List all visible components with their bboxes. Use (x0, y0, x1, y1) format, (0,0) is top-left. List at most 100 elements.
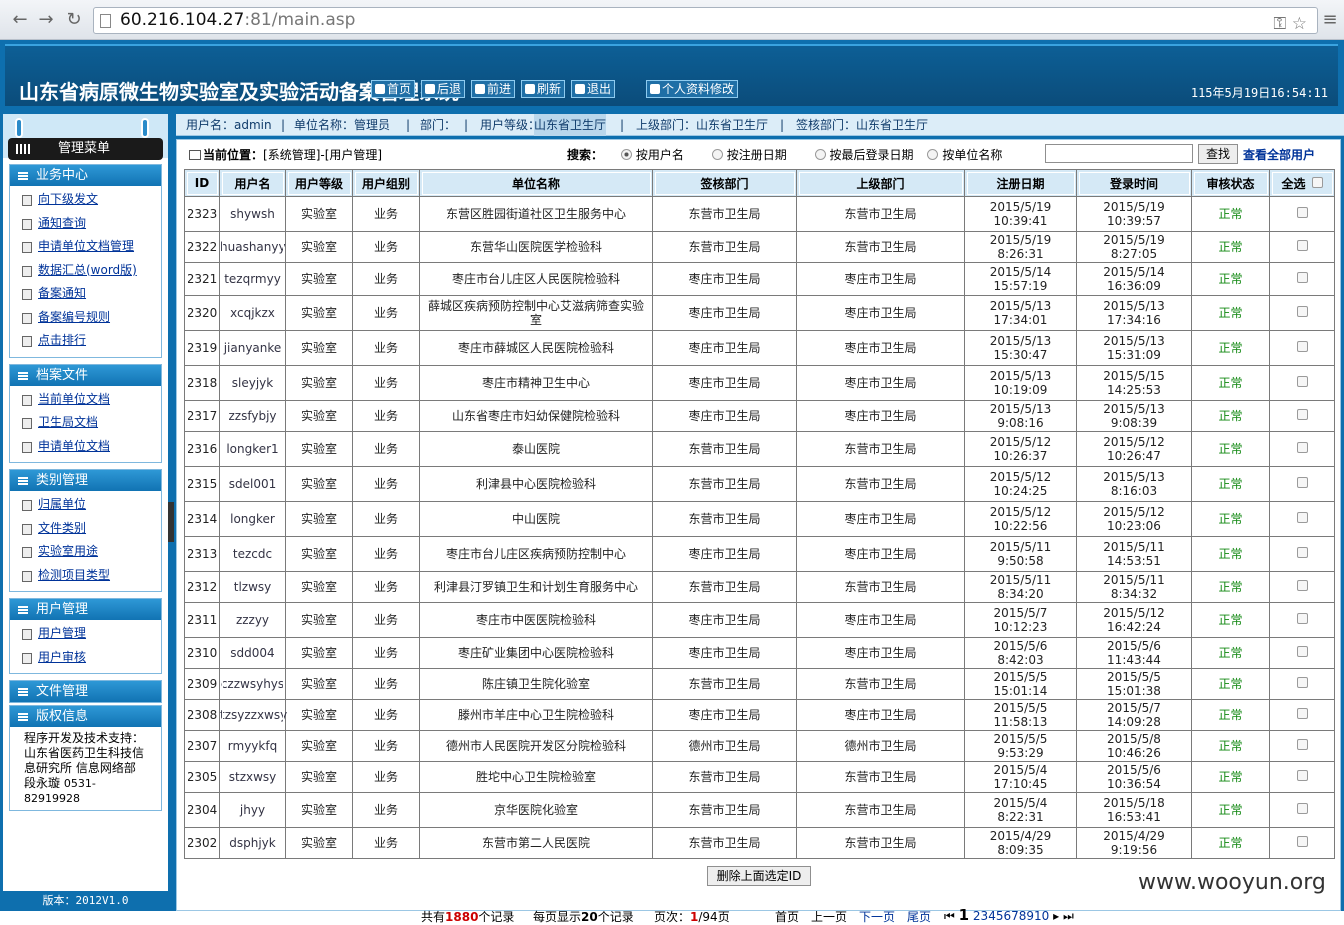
page-number[interactable]: 6 (1003, 909, 1011, 923)
last-page-arrow-icon[interactable]: ⏭ (1063, 909, 1074, 923)
row-checkbox[interactable] (1296, 708, 1308, 719)
page-number[interactable]: 5 (996, 909, 1004, 923)
row-checkbox[interactable] (1296, 240, 1308, 251)
menu-item[interactable]: 用户管理 (10, 622, 161, 646)
forward-arrow-icon[interactable]: → (34, 8, 58, 32)
radio-by-unit-name[interactable] (927, 149, 939, 160)
page-number[interactable]: 10 (1034, 909, 1049, 923)
row-checkbox[interactable] (1296, 409, 1308, 420)
row-checkbox[interactable] (1296, 477, 1308, 488)
menu-item[interactable]: 数据汇总(word版) (10, 259, 161, 283)
page-number[interactable]: 7 (1011, 909, 1019, 923)
back-button[interactable]: 后退 (421, 80, 466, 98)
register-date-cell: 2015/5/6 8:42:03 (964, 637, 1077, 669)
key-icon[interactable]: ⚿ (1273, 14, 1286, 34)
row-checkbox[interactable] (1296, 613, 1308, 624)
sign-dept-cell: 枣庄市卫生局 (652, 365, 797, 401)
delete-selected-button[interactable]: 删除上面选定ID (707, 866, 811, 886)
menu-item[interactable]: 申请单位文档管理 (10, 235, 161, 259)
menu-group-header[interactable]: 类别管理 (10, 470, 161, 491)
next-page-arrow-icon[interactable]: ▸ (1053, 909, 1059, 923)
parent-dept-cell: 东营市卫生局 (796, 668, 965, 700)
select-all-checkbox[interactable] (1311, 176, 1323, 188)
menu-item[interactable]: 通知查询 (10, 212, 161, 236)
menu-item[interactable]: 当前单位文档 (10, 388, 161, 412)
logout-button[interactable]: 退出 (571, 80, 616, 98)
reload-icon[interactable]: ↻ (62, 8, 86, 32)
menu-icon[interactable]: ≡ (1318, 8, 1342, 32)
page-number[interactable]: 3 (981, 909, 989, 923)
row-checkbox[interactable] (1296, 512, 1308, 523)
search-input[interactable] (1045, 144, 1193, 163)
table-row: 2317 zzsfybjy 实验室 业务 山东省枣庄市妇幼保健院检验科 枣庄市卫生局 枣庄市… (184, 400, 1335, 432)
app-header: 山东省病原微生物实验室及实验活动备案管理系统 首页 后退 前进 刷新 退出 个人… (5, 44, 1338, 106)
row-checkbox[interactable] (1296, 207, 1308, 218)
row-checkbox[interactable] (1296, 272, 1308, 283)
sidebar-collapse-handle[interactable] (168, 502, 174, 542)
radio-by-last-login[interactable] (814, 149, 826, 160)
page-number[interactable]: 9 (1026, 909, 1034, 923)
user-level-cell: 实验室 (285, 571, 353, 603)
row-checkbox[interactable] (1296, 547, 1308, 558)
menu-item[interactable]: 归属单位 (10, 493, 161, 517)
row-checkbox[interactable] (1296, 646, 1308, 657)
menu-group-header[interactable]: 版权信息 (10, 706, 161, 727)
sign-dept-cell: 东营市卫生局 (652, 571, 797, 603)
address-bar[interactable]: 60.216.104.27:81/main.asp ⚿ ☆ (93, 7, 1318, 34)
info-unit-name: 单位名称：管理员 (294, 118, 391, 132)
radio-by-username[interactable] (620, 149, 632, 160)
first-page-arrow-icon[interactable]: ⏮ (944, 909, 955, 923)
register-date-cell: 2015/5/4 8:22:31 (964, 792, 1077, 828)
menu-group-header[interactable]: 档案文件 (10, 364, 161, 386)
row-checkbox[interactable] (1296, 306, 1308, 317)
menu-item[interactable]: 实验室用途 (10, 540, 161, 564)
row-checkbox[interactable] (1296, 770, 1308, 781)
login-time-cell: 2015/4/29 9:19:56 (1076, 827, 1192, 859)
row-checkbox[interactable] (1296, 376, 1308, 387)
radio-by-register-date[interactable] (711, 149, 723, 160)
row-checkbox[interactable] (1296, 442, 1308, 453)
menu-item[interactable]: 点击排行 (10, 329, 161, 353)
page-number[interactable]: 8 (1019, 909, 1027, 923)
page-number-current[interactable]: 1 (959, 906, 969, 924)
row-id: 2312 (184, 571, 220, 603)
row-checkbox[interactable] (1296, 341, 1308, 352)
menu-item[interactable]: 卫生局文档 (10, 411, 161, 435)
row-checkbox[interactable] (1296, 836, 1308, 847)
back-arrow-icon[interactable]: ← (8, 8, 32, 32)
forward-button[interactable]: 前进 (471, 80, 516, 98)
row-checkbox[interactable] (1296, 580, 1308, 591)
menu-item[interactable]: 用户审核 (10, 646, 161, 670)
row-checkbox[interactable] (1296, 739, 1308, 750)
refresh-button[interactable]: 刷新 (521, 80, 566, 98)
menu-group-header[interactable]: 用户管理 (10, 599, 161, 620)
hanger-left-icon (15, 118, 23, 138)
status-cell: 正常 (1191, 792, 1270, 828)
star-icon[interactable]: ☆ (1292, 14, 1307, 34)
view-all-users-link[interactable]: 查看全部用户 (1243, 146, 1315, 163)
username-cell: longker (219, 501, 286, 537)
row-checkbox[interactable] (1296, 677, 1308, 688)
user-group-cell: 业务 (352, 295, 420, 331)
status-cell: 正常 (1191, 400, 1270, 432)
search-button[interactable]: 查找 (1198, 144, 1238, 164)
row-checkbox[interactable] (1296, 803, 1308, 814)
menu-group-header[interactable]: 业务中心 (10, 165, 161, 186)
menu-item[interactable]: 申请单位文档 (10, 435, 161, 459)
page-number[interactable]: 4 (988, 909, 996, 923)
menu-group-header[interactable]: 文件管理 (10, 681, 161, 702)
home-button[interactable]: 首页 (371, 80, 416, 98)
login-time-cell: 2015/5/5 15:01:38 (1076, 668, 1192, 700)
users-table: ID 用户名 用户等级 用户组别 单位名称 签核部门 上级部门 注册日期 登录时间 审核状态 全选 … (184, 169, 1335, 859)
table-row: 2302 dsphjyk 实验室 业务 东营市第二人民医院 东营市卫生局 东营市卫生局 201… (184, 827, 1335, 859)
menu-item[interactable]: 向下级发文 (10, 188, 161, 212)
menu-item[interactable]: 备案通知 (10, 282, 161, 306)
profile-button[interactable]: 个人资料修改 (646, 80, 739, 98)
select-all-header[interactable]: 全选 (1269, 169, 1335, 197)
page-number[interactable]: 2 (973, 909, 981, 923)
status-cell: 正常 (1191, 262, 1270, 296)
column-header: 用户等级 (285, 169, 353, 197)
menu-item[interactable]: 检测项目类型 (10, 564, 161, 588)
menu-item[interactable]: 文件类别 (10, 517, 161, 541)
menu-item[interactable]: 备案编号规则 (10, 306, 161, 330)
